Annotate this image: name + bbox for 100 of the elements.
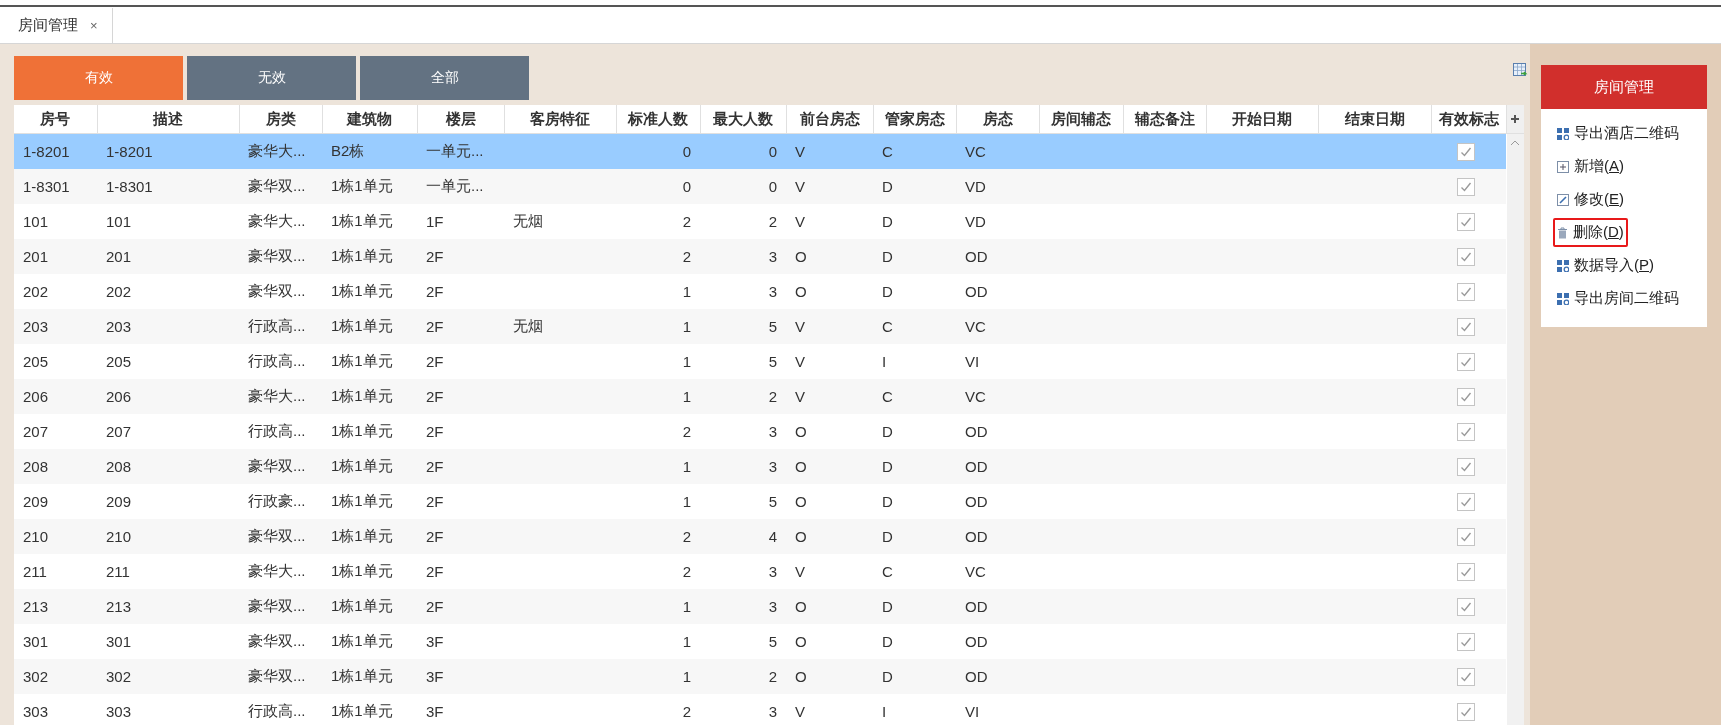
table-row[interactable]: 206 206 豪华大... 1栋1单元 2F 1 2 V C VC [14,379,1506,414]
table-cell: D [882,598,893,615]
table-cell: 1栋1单元 [331,177,393,194]
scroll-up-icon[interactable] [1510,140,1520,146]
checkbox[interactable] [1457,493,1475,511]
table-cell: 1栋1单元 [331,457,393,474]
table-cell: 205 [23,353,49,370]
table-cell: 302 [106,668,132,685]
checkbox[interactable] [1457,143,1475,161]
column-header[interactable]: 管家房态 [873,105,956,134]
table-row[interactable]: 211 211 豪华大... 1栋1单元 2F 2 3 V C VC [14,554,1506,589]
table-row[interactable]: 213 213 豪华双... 1栋1单元 2F 1 3 O D OD [14,589,1506,624]
menu-item[interactable]: 删除(D) [1553,218,1628,247]
table-cell: 一单元... [426,142,484,159]
column-header[interactable]: 标准人数 [616,105,700,134]
filter-button[interactable]: 全部 [360,56,529,100]
checkbox[interactable] [1457,213,1475,231]
table-cell: 202 [23,283,49,300]
table-row[interactable]: 101 101 豪华大... 1栋1单元 1F 无烟 2 2 V D VD [14,204,1506,239]
column-header[interactable]: 建筑物 [322,105,417,134]
table-cell: 301 [23,633,49,650]
column-header[interactable]: 客房特征 [504,105,616,134]
table-cell: 0 [682,143,691,160]
table-cell: 213 [23,598,49,615]
table-cell: 3 [768,598,777,615]
blocks-icon [1557,292,1569,305]
column-header[interactable]: 房类 [239,105,322,134]
table-row[interactable]: 303 303 行政高... 1栋1单元 3F 2 3 V I VI [14,694,1506,725]
table-cell: 1-8301 [23,178,70,195]
table-cell: 行政高... [248,352,306,369]
checkbox[interactable] [1457,388,1475,406]
checkbox[interactable] [1457,248,1475,266]
menu-item[interactable]: 新增(A) [1553,152,1628,181]
table-cell: 206 [106,388,132,405]
checkbox[interactable] [1457,423,1475,441]
table-row[interactable]: 203 203 行政高... 1栋1单元 2F 无烟 1 5 V C VC [14,309,1506,344]
column-header[interactable]: 有效标志 [1431,105,1506,134]
table-cell: 1栋1单元 [331,352,393,369]
table-cell: 3F [426,703,444,720]
column-header[interactable]: 开始日期 [1206,105,1318,134]
table-cell: 1 [682,388,691,405]
checkbox[interactable] [1457,668,1475,686]
table-cell: 5 [768,353,777,370]
table-row[interactable]: 302 302 豪华双... 1栋1单元 3F 1 2 O D OD [14,659,1506,694]
checkbox[interactable] [1457,598,1475,616]
table-cell: 2 [682,703,691,720]
table-cell: V [795,563,805,580]
column-header[interactable]: 房间辅态 [1039,105,1123,134]
table-row[interactable]: 202 202 豪华双... 1栋1单元 2F 1 3 O D OD [14,274,1506,309]
column-header[interactable]: 房号 [14,105,97,134]
table-cell: 2F [426,458,444,475]
table-row[interactable]: 201 201 豪华双... 1栋1单元 2F 2 3 O D OD [14,239,1506,274]
table-row[interactable]: 208 208 豪华双... 1栋1单元 2F 1 3 O D OD [14,449,1506,484]
page-tab[interactable]: 房间管理 × [0,8,113,43]
column-header[interactable]: 前台房态 [786,105,873,134]
table-cell: 2F [426,353,444,370]
spreadsheet-export-icon[interactable] [1513,63,1528,78]
table-cell: V [795,388,805,405]
table-row[interactable]: 205 205 行政高... 1栋1单元 2F 1 5 V I VI [14,344,1506,379]
checkbox[interactable] [1457,563,1475,581]
checkbox[interactable] [1457,703,1475,721]
table-row[interactable]: 210 210 豪华双... 1栋1单元 2F 2 4 O D OD [14,519,1506,554]
table-cell: 1 [682,598,691,615]
table-cell: 2F [426,318,444,335]
menu-item[interactable]: 修改(E) [1553,185,1628,214]
checkbox[interactable] [1457,283,1475,301]
column-header[interactable]: 楼层 [417,105,504,134]
column-header[interactable]: 描述 [97,105,239,134]
menu-item[interactable]: 导出房间二维码 [1553,284,1683,313]
table-cell: VC [965,143,986,160]
table-row[interactable]: 301 301 豪华双... 1栋1单元 3F 1 5 O D OD [14,624,1506,659]
table-cell: 1 [682,283,691,300]
menu-item[interactable]: 数据导入(P) [1553,251,1658,280]
table-cell: 豪华双... [248,597,306,614]
checkbox[interactable] [1457,458,1475,476]
table-cell: 1栋1单元 [331,527,393,544]
checkbox[interactable] [1457,353,1475,371]
table-cell: 2 [682,563,691,580]
table-row[interactable]: 207 207 行政高... 1栋1单元 2F 2 3 O D OD [14,414,1506,449]
table-cell: 5 [768,633,777,650]
table-row[interactable]: 209 209 行政豪... 1栋1单元 2F 1 5 O D OD [14,484,1506,519]
plus-icon[interactable] [1511,115,1519,123]
column-header[interactable]: 辅态备注 [1123,105,1206,134]
table-cell: 1栋1单元 [331,492,393,509]
checkbox[interactable] [1457,318,1475,336]
column-header[interactable]: 房态 [956,105,1039,134]
column-header[interactable]: 结束日期 [1318,105,1431,134]
table-cell: 1 [682,318,691,335]
table-cell: 3F [426,633,444,650]
table-row[interactable]: 1-8301 1-8301 豪华双... 1栋1单元 一单元... 0 0 V D VD [14,169,1506,204]
checkbox[interactable] [1457,528,1475,546]
table-cell: 211 [106,563,130,580]
table-cell: 2F [426,283,444,300]
filter-button[interactable]: 无效 [187,56,356,100]
checkbox[interactable] [1457,633,1475,651]
checkbox[interactable] [1457,178,1475,196]
close-icon[interactable]: × [90,18,98,33]
menu-item[interactable]: 导出酒店二维码 [1553,119,1683,148]
column-header[interactable]: 最大人数 [700,105,786,134]
table-cell: 5 [768,318,777,335]
